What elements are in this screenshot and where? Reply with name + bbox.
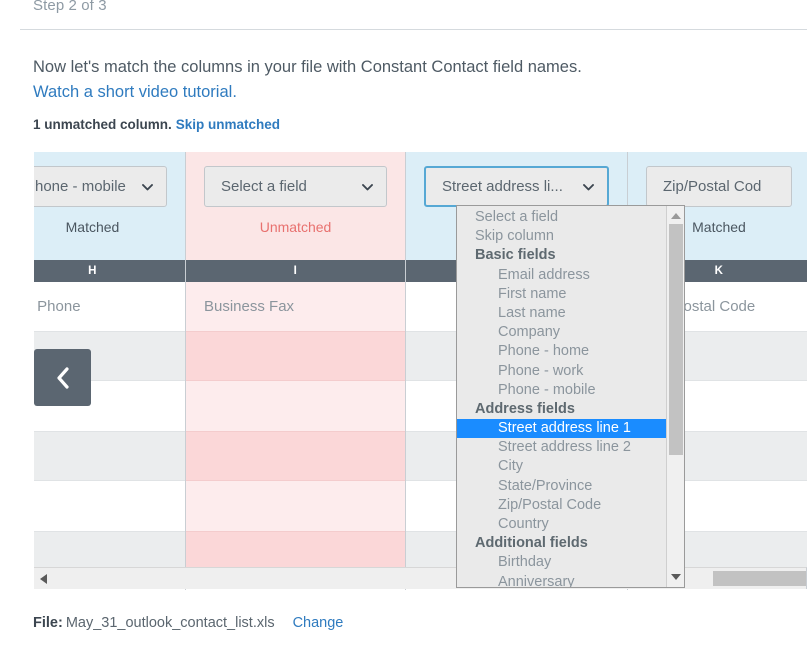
option-birthday[interactable]: Birthday [457,553,669,572]
option-street-address-line-2[interactable]: Street address line 2 [457,438,669,457]
option-last-name[interactable]: Last name [457,304,669,323]
option-company[interactable]: Company [457,323,669,342]
option-first-name[interactable]: First name [457,285,669,304]
option-city[interactable]: City [457,457,669,476]
column-i-rows: Business Fax [186,282,405,581]
option-street-address-line-1[interactable]: Street address line 1 [457,419,669,439]
dropdown-vertical-scrollbar[interactable] [666,206,684,587]
skip-unmatched-link[interactable]: Skip unmatched [176,117,280,132]
file-info-row: File: May_31_outlook_contact_list.xls Chan… [33,615,343,631]
table-cell [186,481,405,531]
option-zip-postal-code[interactable]: Zip/Postal Code [457,496,669,515]
chevron-down-icon [142,183,153,191]
option-phone-mobile[interactable]: Phone - mobile [457,381,669,400]
field-option-list: Select a field Skip column Basic fields … [457,206,669,587]
table-cell [186,331,405,381]
scroll-left-arrow-icon[interactable] [40,573,47,584]
column-i-letter: I [186,260,405,282]
column-i-selector-zone: Select a field Unmatched [186,152,405,260]
column-h-letter: H [34,260,185,282]
column-mapping-grid: hone - mobile Matched H ile Phone [34,152,807,590]
table-cell [186,431,405,481]
option-phone-work[interactable]: Phone - work [457,362,669,381]
file-name: May_31_outlook_contact_list.xls [65,615,275,631]
option-group-basic-fields: Basic fields [475,247,556,264]
change-file-link[interactable]: Change [293,615,344,631]
video-tutorial-link[interactable]: Watch a short video tutorial. [33,80,237,106]
chevron-down-icon [583,183,594,191]
scroll-down-arrow-icon[interactable] [670,574,681,580]
field-select-i-value: Select a field [221,178,307,195]
header-divider [20,29,807,30]
option-group-address-fields: Address fields [475,400,575,417]
scroll-previous-column-button[interactable] [34,349,91,406]
option-anniversary[interactable]: Anniversary [457,573,669,587]
column-i-status: Unmatched [259,219,332,235]
table-cell [186,381,405,431]
table-cell: Business Fax [186,282,405,331]
column-h-status: Matched [65,219,120,235]
scroll-up-arrow-icon[interactable] [670,213,681,219]
option-state-province[interactable]: State/Province [457,477,669,496]
column-h-selector-zone: hone - mobile Matched [34,152,185,260]
field-select-h[interactable]: hone - mobile [34,166,167,207]
unmatched-summary: 1 unmatched column. Skip unmatched [33,117,280,132]
option-country[interactable]: Country [457,515,669,534]
grid-horizontal-scrollbar[interactable] [34,567,807,589]
option-email-address[interactable]: Email address [457,266,669,285]
field-select-h-value: hone - mobile [35,178,126,195]
step-indicator: Step 2 of 3 [33,0,107,14]
horizontal-scroll-thumb[interactable] [713,571,806,586]
column-h-rows: ile Phone [34,282,185,581]
unmatched-count-text: 1 unmatched column. [33,117,172,132]
field-select-j-value: Street address li... [442,178,563,195]
vertical-scroll-thumb[interactable] [669,224,683,455]
intro-text: Now let's match the columns in your file… [33,58,582,76]
file-label: File: [33,615,63,631]
table-cell [34,481,185,531]
table-cell [34,431,185,481]
option-phone-home[interactable]: Phone - home [457,342,669,361]
chevron-left-icon [56,366,70,389]
chevron-down-icon [362,183,373,191]
field-select-i[interactable]: Select a field [204,166,387,207]
option-skip-column[interactable]: Skip column [457,227,669,246]
grid-columns: hone - mobile Matched H ile Phone [34,152,807,590]
grid-column-i: Select a field Unmatched I Business Fax [186,152,406,590]
option-group-additional-fields: Additional fields [475,535,588,552]
option-select-a-field[interactable]: Select a field [457,208,669,227]
field-select-k[interactable]: Zip/Postal Cod [646,166,792,207]
field-select-k-value: Zip/Postal Cod [663,178,762,195]
field-select-j[interactable]: Street address li... [424,166,609,207]
field-select-dropdown-popup[interactable]: Select a field Skip column Basic fields … [456,205,685,588]
table-cell: ile Phone [34,282,185,331]
